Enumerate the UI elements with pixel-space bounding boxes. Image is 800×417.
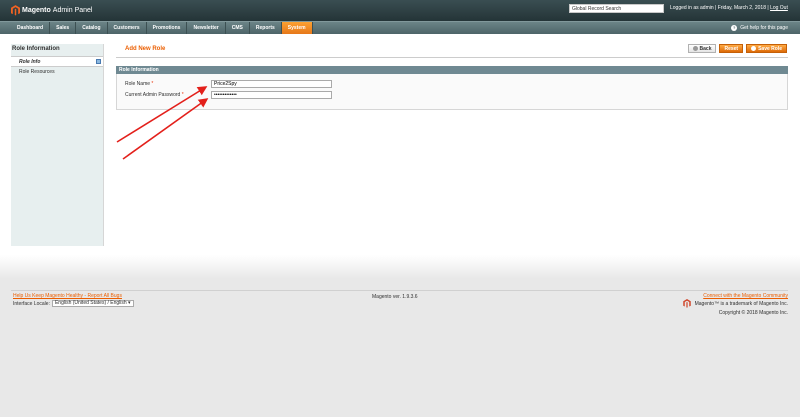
community-link[interactable]: Connect with the Magento Community <box>703 293 788 299</box>
footer: Help Us Keep Magento Healthy - Report Al… <box>0 279 800 417</box>
magento-version: Magento ver. 1.9.3.6 <box>372 294 418 300</box>
role-info-fieldset: Role Name * Current Admin Password * <box>116 74 788 110</box>
main-nav: Dashboard Sales Catalog Customers Promotions… <box>0 21 800 35</box>
header-bar: Magento Admin Panel Logged in as admin |… <box>0 0 800 21</box>
password-label: Current Admin Password * <box>125 92 184 98</box>
side-column: Role Information Role Info Role Resource… <box>11 44 104 246</box>
global-record-search-input[interactable] <box>569 4 664 13</box>
footer-divider <box>11 290 788 291</box>
locale-select[interactable]: English (United States) / English ▾ <box>51 300 134 307</box>
copyright-text: Copyright © 2018 Magento Inc. <box>718 310 788 316</box>
interface-locale-row: Interface Locale: English (United States… <box>13 300 134 307</box>
login-date-text: Logged in as admin | Friday, March 2, 20… <box>670 5 769 11</box>
locale-label: Interface Locale: <box>13 300 50 307</box>
logout-link[interactable]: Log Out <box>770 5 788 11</box>
back-button-label: Back <box>699 45 712 52</box>
page-title: Add New Role <box>125 46 166 52</box>
admin-page: Magento Admin Panel Logged in as admin |… <box>0 0 800 417</box>
trademark-text: Magento™ is a trademark of Magento Inc. <box>694 301 788 307</box>
save-icon <box>751 46 757 51</box>
locale-select-value: English (United States) / English <box>54 300 127 306</box>
title-divider <box>116 57 788 58</box>
content-fade <box>0 255 800 279</box>
role-name-input[interactable] <box>211 80 332 88</box>
tab-role-resources[interactable]: Role Resources <box>11 66 103 76</box>
help-icon: ? <box>731 25 738 31</box>
tab-role-info[interactable]: Role Info <box>11 56 103 66</box>
back-button[interactable]: Back <box>687 44 717 53</box>
back-arrow-icon <box>692 46 698 51</box>
magento-footer-logo-icon <box>683 299 691 308</box>
reset-button-label: Reset <box>724 45 739 52</box>
tab-changed-icon <box>96 59 101 64</box>
magento-logo[interactable]: Magento Admin Panel <box>11 5 92 16</box>
save-role-button-label: Save Role <box>758 45 782 52</box>
help-link[interactable]: ? Get help for this page <box>731 25 788 31</box>
role-name-label: Role Name * <box>125 81 153 87</box>
brand-name: Magento <box>22 7 51 14</box>
magento-logo-icon <box>11 5 20 16</box>
side-title: Role Information <box>12 46 60 52</box>
required-marker: * <box>181 92 184 98</box>
reset-button[interactable]: Reset <box>719 44 744 53</box>
header-user-info: Logged in as admin | Friday, March 2, 20… <box>670 5 788 11</box>
form-buttons: Back Reset Save Role <box>687 44 787 53</box>
tab-role-resources-label: Role Resources <box>19 69 55 75</box>
tab-role-info-label: Role Info <box>19 59 41 65</box>
fieldset-header: Role Information <box>116 66 788 74</box>
required-marker: * <box>151 81 154 87</box>
save-role-button[interactable]: Save Role <box>746 44 787 53</box>
help-link-label: Get help for this page <box>740 25 788 31</box>
password-label-text: Current Admin Password <box>125 92 181 98</box>
chevron-down-icon: ▾ <box>126 300 131 306</box>
report-bugs-link[interactable]: Help Us Keep Magento Healthy - Report Al… <box>13 293 122 299</box>
brand-subtitle: Admin Panel <box>52 7 93 14</box>
role-name-label-text: Role Name <box>125 81 151 87</box>
current-password-input[interactable] <box>211 91 332 99</box>
